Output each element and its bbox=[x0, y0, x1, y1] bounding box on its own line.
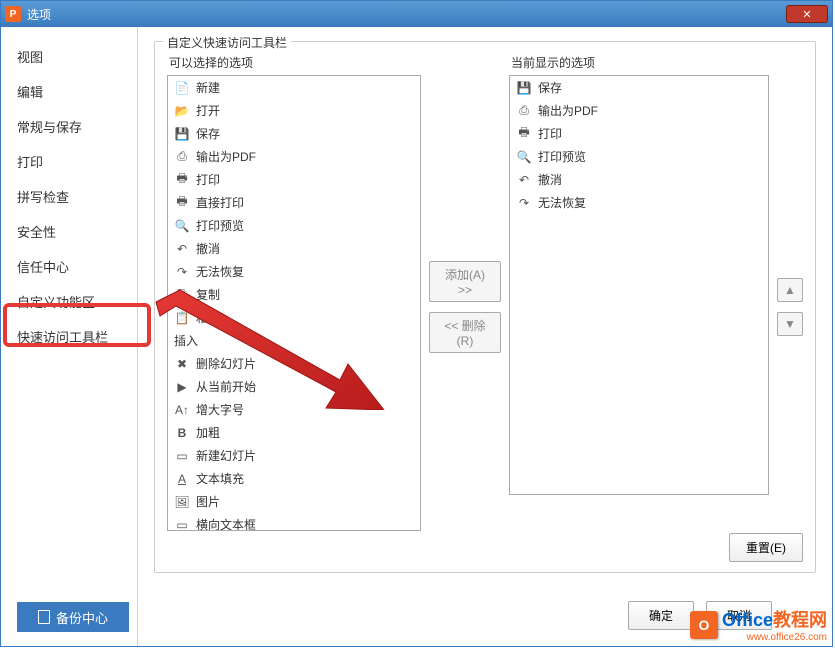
window-title: 选项 bbox=[27, 6, 786, 23]
pdf-icon: ⎙ bbox=[174, 149, 190, 165]
list-item[interactable]: 💾保存 bbox=[168, 122, 420, 145]
undo-icon: ↶ bbox=[174, 241, 190, 257]
list-item[interactable]: 📄新建 bbox=[168, 76, 420, 99]
group-title: 自定义快速访问工具栏 bbox=[163, 34, 291, 51]
move-up-button[interactable]: ▲ bbox=[777, 278, 803, 302]
list-item[interactable]: A↑增大字号 bbox=[168, 398, 420, 421]
list-item[interactable]: 📋粘贴 bbox=[168, 306, 420, 329]
undo-icon: ↶ bbox=[516, 172, 532, 188]
list-item[interactable]: ↶撤消 bbox=[510, 168, 768, 191]
cancel-button[interactable]: 取消 bbox=[706, 601, 772, 630]
print-icon: 🖶 bbox=[174, 195, 190, 211]
remove-button[interactable]: << 删除(R) bbox=[429, 312, 501, 353]
current-label: 当前显示的选项 bbox=[509, 54, 769, 71]
list-item[interactable]: ⎘复制 bbox=[168, 283, 420, 306]
image-icon: 🖼 bbox=[174, 494, 190, 510]
list-item[interactable]: 🖶打印 bbox=[168, 168, 420, 191]
list-item[interactable]: B加粗 bbox=[168, 421, 420, 444]
sidebar-item-view[interactable]: 视图 bbox=[1, 39, 137, 74]
main-panel: 自定义快速访问工具栏 可以选择的选项 📄新建 📂打开 💾保存 ⎙输出为PDF 🖶… bbox=[138, 27, 832, 646]
options-dialog: P 选项 ✕ 视图 编辑 常规与保存 打印 拼写检查 安全性 信任中心 自定义功… bbox=[0, 0, 833, 647]
current-commands-list[interactable]: 💾保存 ⎙输出为PDF 🖶打印 🔍打印预览 ↶撤消 ↷无法恢复 bbox=[509, 75, 769, 495]
text-fill-icon: A bbox=[174, 471, 190, 487]
list-item[interactable]: ↷无法恢复 bbox=[510, 191, 768, 214]
list-item[interactable]: 💾保存 bbox=[510, 76, 768, 99]
ok-button[interactable]: 确定 bbox=[628, 601, 694, 630]
save-icon: 💾 bbox=[174, 126, 190, 142]
category-insert: 插入 bbox=[168, 329, 420, 352]
play-icon: ▶ bbox=[174, 379, 190, 395]
list-item[interactable]: 🖶打印 bbox=[510, 122, 768, 145]
sidebar-item-trust[interactable]: 信任中心 bbox=[1, 249, 137, 284]
close-button[interactable]: ✕ bbox=[786, 5, 828, 23]
list-item[interactable]: 🖼图片 bbox=[168, 490, 420, 513]
copy-icon: ⎘ bbox=[174, 287, 190, 303]
available-commands-list[interactable]: 📄新建 📂打开 💾保存 ⎙输出为PDF 🖶打印 🖶直接打印 🔍打印预览 ↶撤消 … bbox=[167, 75, 421, 531]
list-item[interactable]: 📂打开 bbox=[168, 99, 420, 122]
new-slide-icon: ▭ bbox=[174, 448, 190, 464]
list-item[interactable]: ▶从当前开始 bbox=[168, 375, 420, 398]
list-item[interactable]: ▭横向文本框 bbox=[168, 513, 420, 531]
titlebar: P 选项 ✕ bbox=[1, 1, 832, 27]
redo-icon: ↷ bbox=[174, 264, 190, 280]
pdf-icon: ⎙ bbox=[516, 103, 532, 119]
backup-label: 备份中心 bbox=[56, 608, 108, 627]
list-item[interactable]: A文本填充 bbox=[168, 467, 420, 490]
add-button[interactable]: 添加(A) >> bbox=[429, 261, 501, 302]
print-icon: 🖶 bbox=[516, 126, 532, 142]
new-icon: 📄 bbox=[174, 80, 190, 96]
sidebar-item-print[interactable]: 打印 bbox=[1, 144, 137, 179]
list-item[interactable]: ↶撤消 bbox=[168, 237, 420, 260]
available-label: 可以选择的选项 bbox=[167, 54, 421, 71]
save-icon: 💾 bbox=[516, 80, 532, 96]
document-icon bbox=[38, 610, 50, 624]
paste-icon: 📋 bbox=[174, 310, 190, 326]
sidebar: 视图 编辑 常规与保存 打印 拼写检查 安全性 信任中心 自定义功能区 快速访问… bbox=[1, 27, 138, 646]
sidebar-item-spellcheck[interactable]: 拼写检查 bbox=[1, 179, 137, 214]
textbox-icon: ▭ bbox=[174, 517, 190, 532]
font-increase-icon: A↑ bbox=[174, 402, 190, 418]
move-down-button[interactable]: ▼ bbox=[777, 312, 803, 336]
highlight-annotation bbox=[3, 303, 151, 347]
list-item[interactable]: 🔍打印预览 bbox=[510, 145, 768, 168]
sidebar-item-security[interactable]: 安全性 bbox=[1, 214, 137, 249]
open-icon: 📂 bbox=[174, 103, 190, 119]
list-item[interactable]: ✖删除幻灯片 bbox=[168, 352, 420, 375]
app-icon: P bbox=[5, 6, 21, 22]
sidebar-item-general[interactable]: 常规与保存 bbox=[1, 109, 137, 144]
customize-group: 自定义快速访问工具栏 可以选择的选项 📄新建 📂打开 💾保存 ⎙输出为PDF 🖶… bbox=[154, 41, 816, 573]
backup-center-button[interactable]: 备份中心 bbox=[17, 602, 129, 632]
preview-icon: 🔍 bbox=[174, 218, 190, 234]
delete-icon: ✖ bbox=[174, 356, 190, 372]
list-item[interactable]: ↷无法恢复 bbox=[168, 260, 420, 283]
redo-icon: ↷ bbox=[516, 195, 532, 211]
print-icon: 🖶 bbox=[174, 172, 190, 188]
list-item[interactable]: ⎙输出为PDF bbox=[168, 145, 420, 168]
bold-icon: B bbox=[174, 425, 190, 441]
list-item[interactable]: 🔍打印预览 bbox=[168, 214, 420, 237]
list-item[interactable]: ⎙输出为PDF bbox=[510, 99, 768, 122]
list-item[interactable]: 🖶直接打印 bbox=[168, 191, 420, 214]
list-item[interactable]: ▭新建幻灯片 bbox=[168, 444, 420, 467]
reset-button[interactable]: 重置(E) bbox=[729, 533, 803, 562]
preview-icon: 🔍 bbox=[516, 149, 532, 165]
sidebar-item-edit[interactable]: 编辑 bbox=[1, 74, 137, 109]
